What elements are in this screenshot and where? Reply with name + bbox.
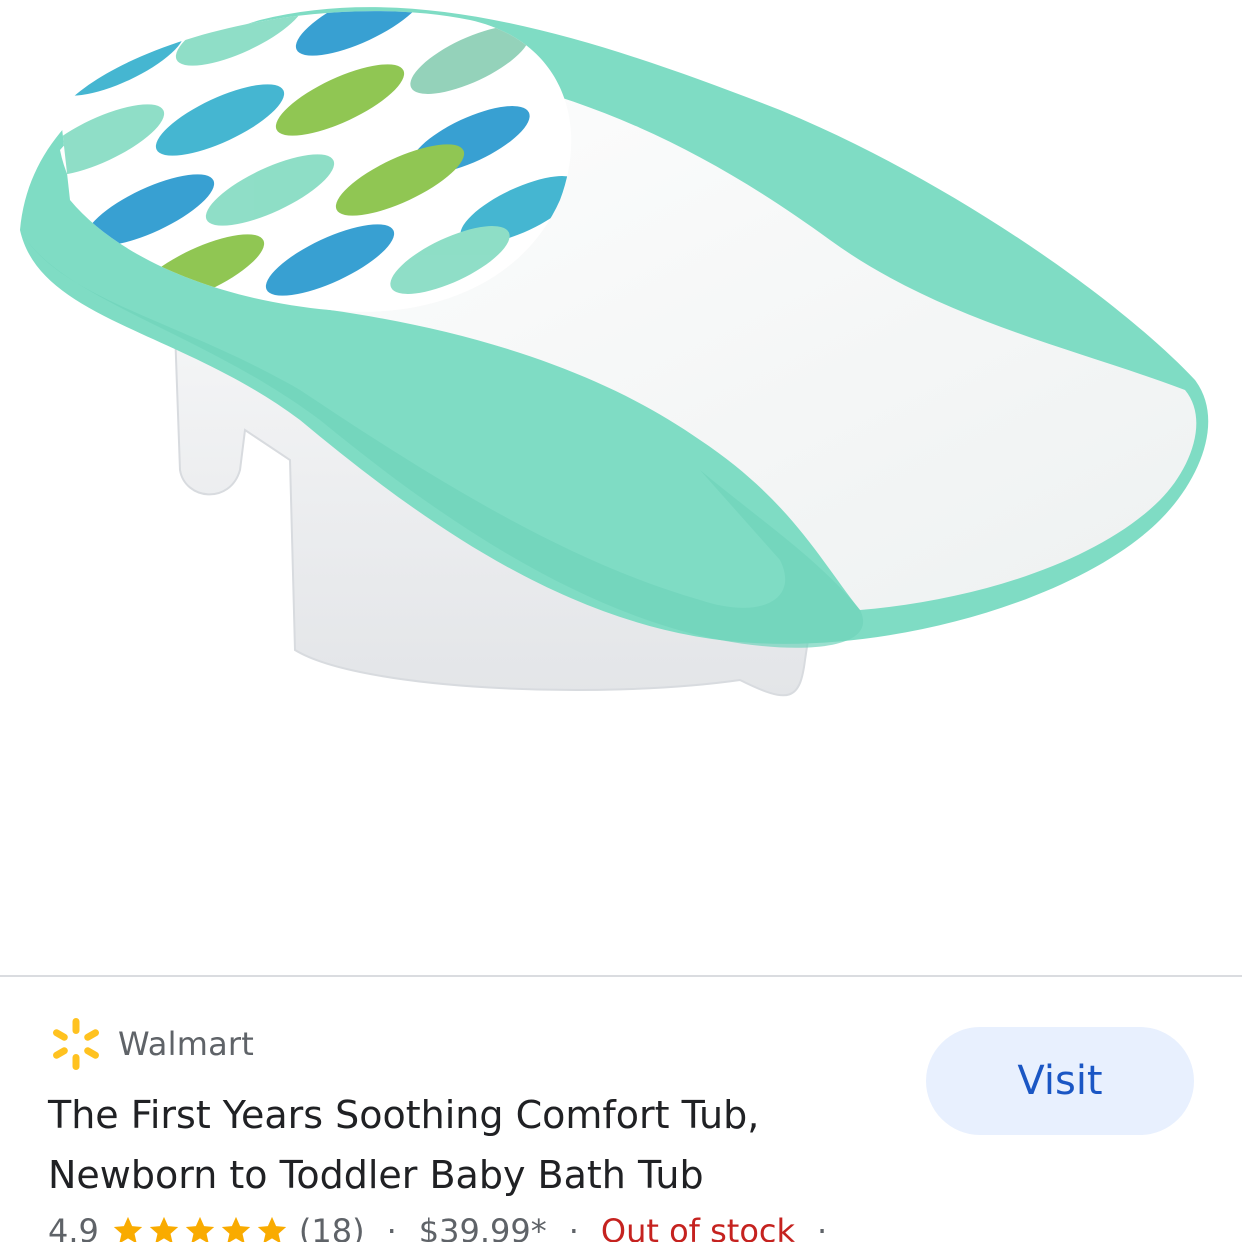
bath-tub-illustration <box>20 7 1209 697</box>
separator: · <box>386 1212 397 1242</box>
section-divider <box>0 975 1242 977</box>
star-icon <box>221 1216 251 1242</box>
star-icon <box>257 1216 287 1242</box>
product-page: Walmart The First Years Soothing Comfort… <box>0 0 1242 1242</box>
walmart-spark-icon <box>53 1018 99 1070</box>
merchant-name: Walmart <box>118 1025 254 1063</box>
star-icon <box>113 1216 143 1242</box>
separator: · <box>817 1212 828 1242</box>
star-icon <box>185 1216 215 1242</box>
star-icon <box>149 1216 179 1242</box>
visit-button[interactable]: Visit <box>926 1027 1194 1135</box>
product-image[interactable] <box>0 0 1242 975</box>
merchant-row[interactable]: Walmart <box>48 1016 254 1072</box>
price: $39.99* <box>418 1212 547 1242</box>
rating-value: 4.9 <box>48 1212 99 1242</box>
separator: · <box>568 1212 579 1242</box>
availability-status: Out of stock <box>600 1212 796 1242</box>
product-title[interactable]: The First Years Soothing Comfort Tub, Ne… <box>48 1085 868 1205</box>
rating-stars <box>111 1214 291 1242</box>
product-meta-row: 4.9 (18) · $39.99* · Out of stock · <box>48 1206 849 1242</box>
review-count[interactable]: (18) <box>299 1212 365 1242</box>
